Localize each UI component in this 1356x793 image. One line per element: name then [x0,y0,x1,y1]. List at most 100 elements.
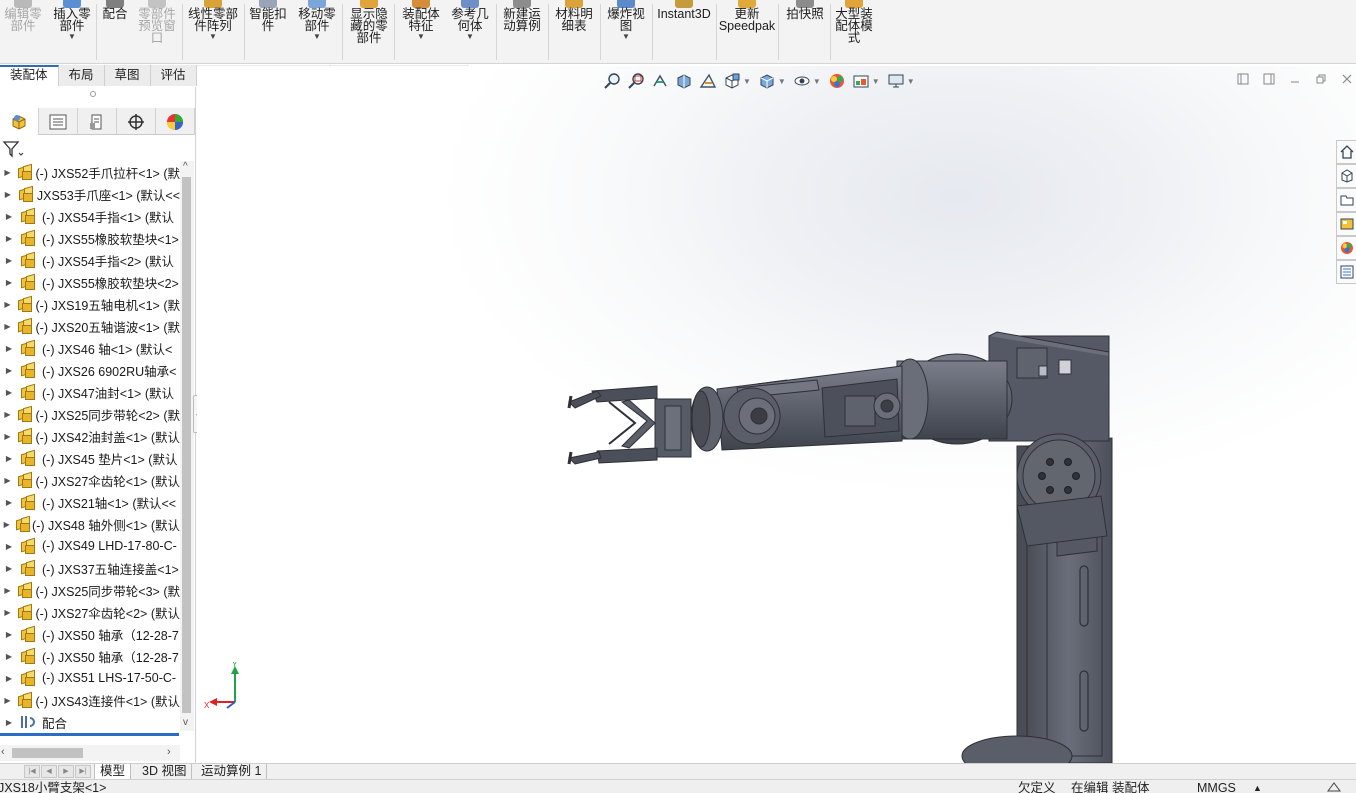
feature-manager-tab[interactable] [0,108,39,135]
robot-arm-model[interactable] [197,66,1356,763]
expand-arrow-icon[interactable]: ▶ [0,718,18,727]
tree-item[interactable]: ▶ (-) JXS20五轴谐波<1> (默 [0,315,180,337]
tree-item[interactable]: ▶ (-) JXS49 LHD-17-80-C- [0,535,180,557]
expand-arrow-icon[interactable]: ▶ [0,190,16,199]
configuration-manager-tab[interactable] [78,108,117,135]
expand-arrow-icon[interactable]: ▶ [0,256,18,265]
tree-item[interactable]: ▶ (-) JXS51 LHS-17-50-C- [0,667,180,689]
tree-item[interactable]: ▶ (-) JXS21轴<1> (默认<< [0,491,180,513]
ribbon-button-4[interactable]: 线性零部 件阵列 ▼ [184,0,242,64]
tab-model[interactable]: 模型 [94,764,132,780]
panel-grip[interactable] [90,91,96,97]
expand-arrow-icon[interactable]: ▶ [0,586,15,595]
tree-item[interactable]: ▶ (-) JXS26 6902RU轴承< [0,359,180,381]
display-manager-tab[interactable] [156,108,195,135]
tree-item[interactable]: ▶ (-) JXS42油封盖<1> (默认 [0,425,180,447]
expand-arrow-icon[interactable]: ▶ [0,608,15,617]
expand-arrow-icon[interactable]: ▶ [0,212,18,221]
chevron-down-icon[interactable]: ▼ [313,33,321,41]
scroll-left-icon[interactable]: ‹ [1,746,5,758]
units-caret-icon[interactable]: ▲ [1253,781,1262,793]
hscroll-thumb[interactable] [12,748,83,758]
expand-arrow-icon[interactable]: ▶ [0,366,18,375]
chevron-down-icon[interactable]: ▼ [68,33,76,41]
tree-item[interactable]: ▶ (-) JXS50 轴承（12-28-7 [0,623,180,645]
expand-arrow-icon[interactable]: ▶ [0,168,15,177]
expand-arrow-icon[interactable]: ▶ [0,498,18,507]
expand-arrow-icon[interactable]: ▶ [0,300,15,309]
ribbon-button-1[interactable]: 插入零 部件 ▼ [48,0,96,64]
ribbon-button-7[interactable]: 显示隐 藏的零 部件 [346,0,392,64]
expand-arrow-icon[interactable]: ▶ [0,322,15,331]
tree-horizontal-scrollbar[interactable]: ‹ › [0,745,180,761]
tree-item[interactable]: ▶ (-) JXS54手指<2> (默认 [0,249,180,271]
scroll-down-icon[interactable]: v [183,717,188,728]
tree-item[interactable]: ▶ JXS53手爪座<1> (默认<< [0,183,180,205]
next-tab-icon[interactable]: ▶ [58,765,74,778]
tree-item[interactable]: ▶ (-) JXS37五轴连接盖<1> [0,557,180,579]
ribbon-button-0[interactable]: 编辑零 部件 [3,0,43,64]
tree-item[interactable]: ▶ (-) JXS43连接件<1> (默认 [0,689,180,711]
expand-arrow-icon[interactable]: ▶ [0,278,18,287]
tree-item[interactable]: ▶ (-) JXS46 轴<1> (默认< [0,337,180,359]
dimxpert-manager-tab[interactable] [117,108,156,135]
tree-item[interactable]: ▶ (-) JXS25同步带轮<3> (默 [0,579,180,601]
ribbon-button-11[interactable]: 材料明 细表 [551,0,597,64]
tree-item[interactable]: ▶ (-) JXS47油封<1> (默认 [0,381,180,403]
tree-vertical-scrollbar[interactable]: ^ v [180,161,194,731]
expand-arrow-icon[interactable]: ▶ [0,454,18,463]
ribbon-button-13[interactable]: Instant3D [655,0,713,64]
expand-arrow-icon[interactable]: ▶ [0,344,18,353]
ribbon-button-16[interactable]: 大型装 配体模 式 [831,0,877,64]
status-icon[interactable] [1326,781,1342,793]
tree-item[interactable]: ▶ (-) JXS55橡胶软垫块<1> [0,227,180,249]
tab-motion-study[interactable]: 运动算例 1 [196,764,268,780]
tree-item[interactable]: ▶ (-) JXS48 轴外侧<1> (默认 [0,513,180,535]
ribbon-button-5[interactable]: 智能扣 件 [246,0,290,64]
scroll-right-icon[interactable]: › [167,746,171,758]
expand-arrow-icon[interactable]: ▶ [0,432,15,441]
expand-arrow-icon[interactable]: ▶ [0,652,18,661]
tree-item[interactable]: ▶ (-) JXS27伞齿轮<1> (默认 [0,469,180,491]
tree-item[interactable]: ▶ (-) JXS52手爪拉杆<1> (默 [0,161,180,183]
tree-item[interactable]: ▶ (-) JXS50 轴承（12-28-7 [0,645,180,667]
tab-1[interactable]: 布局 [58,65,105,86]
gripper[interactable] [567,385,692,465]
tree-item[interactable]: ▶ (-) JXS54手指<1> (默认 [0,205,180,227]
ribbon-button-12[interactable]: 爆炸视 图 ▼ [603,0,649,64]
graphics-area[interactable]: ▼ ▼ ▼ ▼ ▼ Y X [197,66,1356,763]
expand-arrow-icon[interactable]: ▶ [0,630,18,639]
first-tab-icon[interactable]: |◀ [24,765,40,778]
tree-item[interactable]: ▶ (-) JXS25同步带轮<2> (默 [0,403,180,425]
tree-filter[interactable] [2,139,24,159]
prev-tab-icon[interactable]: ◀ [41,765,57,778]
expand-arrow-icon[interactable]: ▶ [0,520,13,529]
scroll-up-icon[interactable]: ^ [183,161,188,172]
chevron-down-icon[interactable]: ▼ [417,33,425,41]
chevron-down-icon[interactable]: ▼ [209,33,217,41]
expand-arrow-icon[interactable]: ▶ [0,410,15,419]
ribbon-button-8[interactable]: 装配体 特征 ▼ [398,0,444,64]
property-manager-tab[interactable] [39,108,78,135]
ribbon-button-6[interactable]: 移动零 部件 ▼ [294,0,340,64]
ribbon-button-10[interactable]: 新建运 动算例 [499,0,545,64]
tab-0[interactable]: 装配体 [0,65,59,86]
expand-arrow-icon[interactable]: ▶ [0,564,18,573]
tab-3[interactable]: 评估 [150,65,197,86]
tab-3d-view[interactable]: 3D 视图 [137,764,193,780]
ribbon-button-2[interactable]: 配合 [99,0,131,64]
expand-arrow-icon[interactable]: ▶ [0,542,18,551]
expand-arrow-icon[interactable]: ▶ [0,674,18,683]
tab-2[interactable]: 草图 [104,65,151,86]
expand-arrow-icon[interactable]: ▶ [0,388,18,397]
scroll-thumb[interactable] [182,177,191,713]
last-tab-icon[interactable]: ▶| [75,765,91,778]
tree-item[interactable]: ▶ (-) JXS55橡胶软垫块<2> [0,271,180,293]
tree-item[interactable]: ▶ (-) JXS19五轴电机<1> (默 [0,293,180,315]
ribbon-button-3[interactable]: 零部件 预览窗 口 [134,0,180,64]
status-units[interactable]: MMGS [1197,781,1236,793]
expand-arrow-icon[interactable]: ▶ [0,234,18,243]
ribbon-button-9[interactable]: 参考几 何体 ▼ [447,0,493,64]
tree-item[interactable]: ▶ (-) JXS45 垫片<1> (默认 [0,447,180,469]
expand-arrow-icon[interactable]: ▶ [0,696,15,705]
